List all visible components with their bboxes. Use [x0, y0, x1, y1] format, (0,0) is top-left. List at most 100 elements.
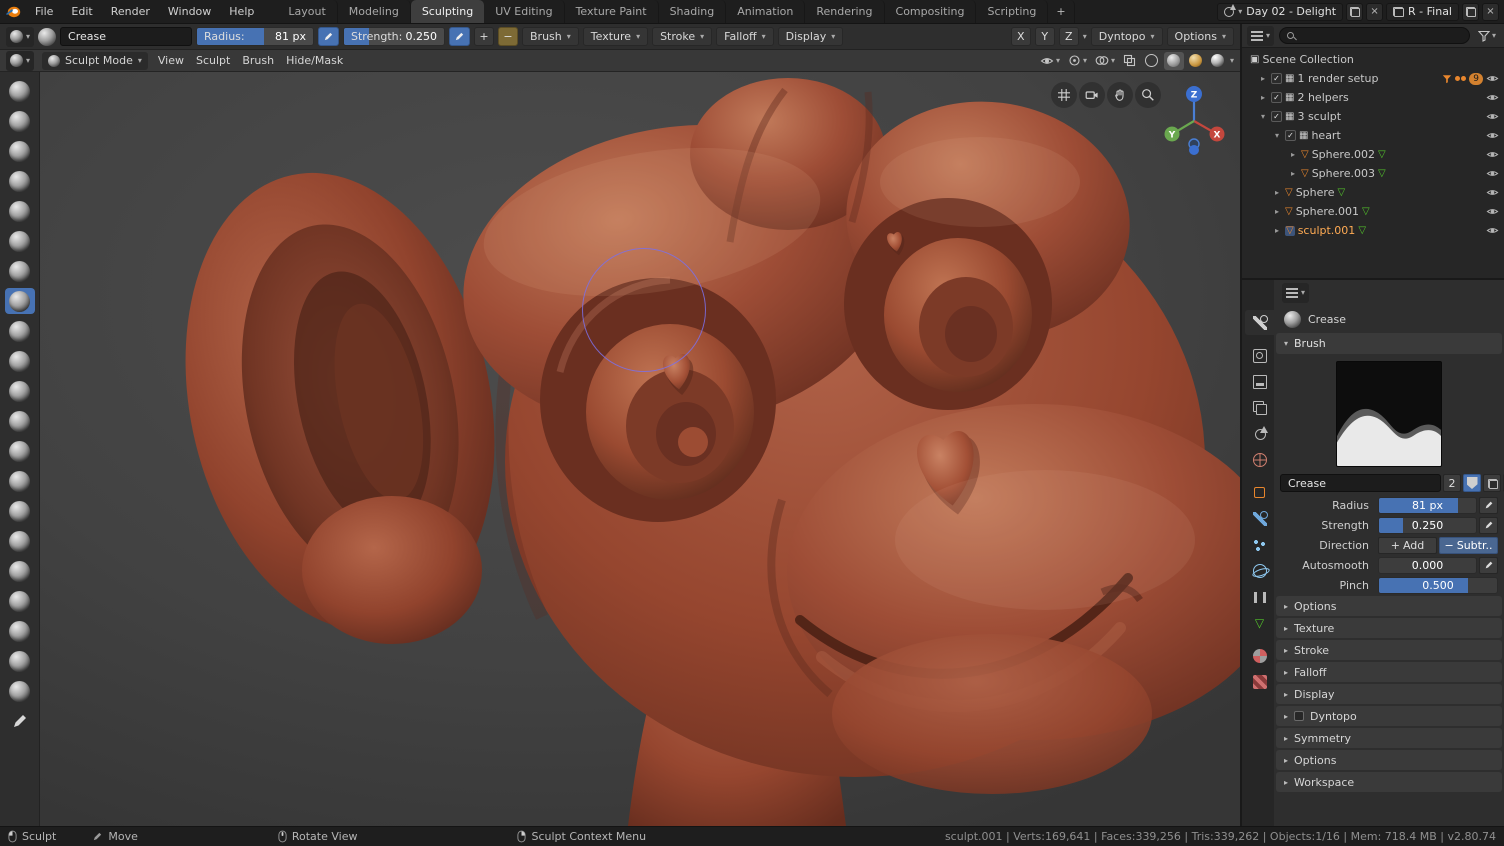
tool-annotate[interactable] [5, 708, 35, 734]
brush-elastic-deform[interactable] [5, 498, 35, 524]
tab-material[interactable] [1245, 643, 1274, 668]
camera-indicator-dot[interactable] [1189, 145, 1199, 155]
panel-display[interactable]: ▸ Display [1276, 684, 1502, 704]
mirror-x-toggle[interactable]: X [1010, 27, 1031, 46]
strength-pressure-toggle[interactable] [449, 27, 471, 46]
remove-view-layer-button[interactable]: × [1482, 2, 1499, 21]
outliner-row-sphere-001[interactable]: ▸ ▽ Sphere.001 ▽ [1242, 202, 1504, 221]
autosmooth-slider[interactable]: 0.000 [1378, 556, 1477, 574]
brush-grab[interactable] [5, 468, 35, 494]
tab-active-tool[interactable] [1245, 310, 1274, 335]
brush-name-field[interactable] [60, 27, 193, 46]
gizmos-dropdown[interactable]: ▾ [1065, 52, 1090, 70]
outliner-item-label[interactable]: Scene Collection [1262, 53, 1353, 66]
mirror-y-toggle[interactable]: Y [1034, 27, 1055, 46]
outliner-item-label[interactable]: 3 sculpt [1297, 110, 1341, 123]
workspace-tab-shading[interactable]: Shading [659, 0, 727, 23]
workspace-tab-compositing[interactable]: Compositing [885, 0, 977, 23]
panel-falloff[interactable]: ▸ Falloff [1276, 662, 1502, 682]
dyntopo-dropdown[interactable]: Dyntopo ▾ [1090, 27, 1163, 46]
perspective-toggle-button[interactable] [1051, 82, 1077, 108]
menu-file[interactable]: File [26, 0, 62, 23]
brush-flatten[interactable] [5, 348, 35, 374]
brush-pinch[interactable] [5, 438, 35, 464]
hide-in-viewport-eye-icon[interactable] [1486, 205, 1499, 218]
display-dropdown[interactable]: Display ▾ [777, 27, 844, 46]
tab-particles[interactable] [1245, 532, 1274, 557]
outliner-search-input[interactable] [1299, 29, 1462, 42]
brush-smooth[interactable] [5, 318, 35, 344]
pinch-slider[interactable]: 0.500 [1378, 576, 1498, 594]
brush-thumb[interactable] [5, 558, 35, 584]
brush-scrape[interactable] [5, 408, 35, 434]
pan-view-button[interactable] [1107, 82, 1133, 108]
brush-preview-icon[interactable] [38, 27, 57, 46]
object-visibility-dropdown[interactable]: ▾ [1037, 52, 1063, 70]
workspace-tab-modeling[interactable]: Modeling [338, 0, 411, 23]
brush-layer[interactable] [5, 198, 35, 224]
sculpt-canvas[interactable] [40, 72, 1240, 826]
falloff-dropdown[interactable]: Falloff ▾ [716, 27, 774, 46]
brush-users-button[interactable]: 2 [1443, 474, 1461, 492]
direction-add-toggle[interactable]: + [474, 27, 495, 46]
outliner-row-sculpt-collection[interactable]: ▾ ✓ ▦ 3 sculpt [1242, 107, 1504, 126]
hide-in-viewport-eye-icon[interactable] [1486, 91, 1499, 104]
menu-hide-mask[interactable]: Hide/Mask [284, 54, 345, 67]
brush-dropdown[interactable]: Brush ▾ [522, 27, 579, 46]
outliner-row-sculpt-001[interactable]: ▸ ▽ sculpt.001 ▽ [1242, 221, 1504, 240]
strength-slider[interactable]: Strength: 0.250 [343, 27, 446, 46]
collection-checkbox[interactable]: ✓ [1271, 73, 1282, 84]
tab-texture[interactable] [1245, 669, 1274, 694]
workspace-tab-layout[interactable]: Layout [277, 0, 338, 23]
panel-dyntopo[interactable]: ▸ Dyntopo [1276, 706, 1502, 726]
strength-pressure-toggle[interactable] [1479, 516, 1498, 534]
direction-add-button[interactable]: + Add [1378, 536, 1437, 554]
texture-dropdown[interactable]: Texture ▾ [582, 27, 649, 46]
menu-edit[interactable]: Edit [62, 0, 101, 23]
fake-user-shield-button[interactable] [1463, 474, 1481, 492]
outliner-search[interactable] [1279, 27, 1470, 44]
radius-pressure-toggle[interactable] [1479, 496, 1498, 514]
view-layer-selector[interactable]: R - Final [1386, 2, 1459, 21]
collapse-arrow-icon[interactable]: ▾ [1258, 112, 1268, 121]
brush-clay[interactable] [5, 138, 35, 164]
active-tool-dropdown[interactable]: ▾ [6, 26, 35, 47]
shading-material-button[interactable] [1186, 52, 1206, 70]
workspace-tab-texture-paint[interactable]: Texture Paint [565, 0, 659, 23]
menu-help[interactable]: Help [220, 0, 263, 23]
workspace-tab-animation[interactable]: Animation [726, 0, 806, 23]
panel-stroke[interactable]: ▸ Stroke [1276, 640, 1502, 660]
outliner-row-helpers[interactable]: ▸ ✓ ▦ 2 helpers [1242, 88, 1504, 107]
outliner-row-scene-collection[interactable]: ▣ Scene Collection [1242, 50, 1504, 69]
tab-world[interactable] [1245, 447, 1274, 472]
delete-scene-button[interactable]: × [1366, 2, 1384, 21]
workspace-tab-scripting[interactable]: Scripting [976, 0, 1049, 23]
workspace-tab-sculpting[interactable]: Sculpting [410, 0, 485, 23]
panel-options[interactable]: ▸ Options [1276, 596, 1502, 616]
outliner-item-label[interactable]: Sphere.003 [1312, 167, 1375, 180]
outliner-item-label[interactable]: Sphere.001 [1296, 205, 1359, 218]
tab-physics[interactable] [1245, 558, 1274, 583]
expand-arrow-icon[interactable]: ▸ [1272, 226, 1282, 235]
collapse-arrow-icon[interactable]: ▾ [1272, 131, 1282, 140]
overlays-dropdown[interactable]: ▾ [1092, 52, 1118, 70]
navigation-gizmo[interactable]: Z X Y [1159, 83, 1229, 153]
brush-pose[interactable] [5, 588, 35, 614]
brush-clay-strips[interactable] [5, 168, 35, 194]
collection-checkbox[interactable]: ✓ [1271, 111, 1282, 122]
expand-arrow-icon[interactable]: ▸ [1272, 188, 1282, 197]
hide-in-viewport-eye-icon[interactable] [1486, 186, 1499, 199]
new-scene-button[interactable] [1346, 2, 1364, 21]
hide-in-viewport-eye-icon[interactable] [1486, 110, 1499, 123]
editor-type-dropdown[interactable]: ▾ [6, 50, 35, 71]
brush-rotate[interactable] [5, 648, 35, 674]
radius-pressure-toggle[interactable] [318, 27, 340, 46]
hide-in-viewport-eye-icon[interactable] [1486, 167, 1499, 180]
new-brush-button[interactable] [1483, 474, 1501, 492]
workspace-tab-rendering[interactable]: Rendering [805, 0, 885, 23]
tab-object[interactable] [1245, 480, 1274, 505]
tab-scene[interactable] [1245, 421, 1274, 446]
direction-subtract-toggle[interactable]: − [498, 27, 519, 46]
viewport-3d[interactable]: Z X Y [0, 72, 1240, 826]
hide-in-viewport-eye-icon[interactable] [1486, 129, 1499, 142]
